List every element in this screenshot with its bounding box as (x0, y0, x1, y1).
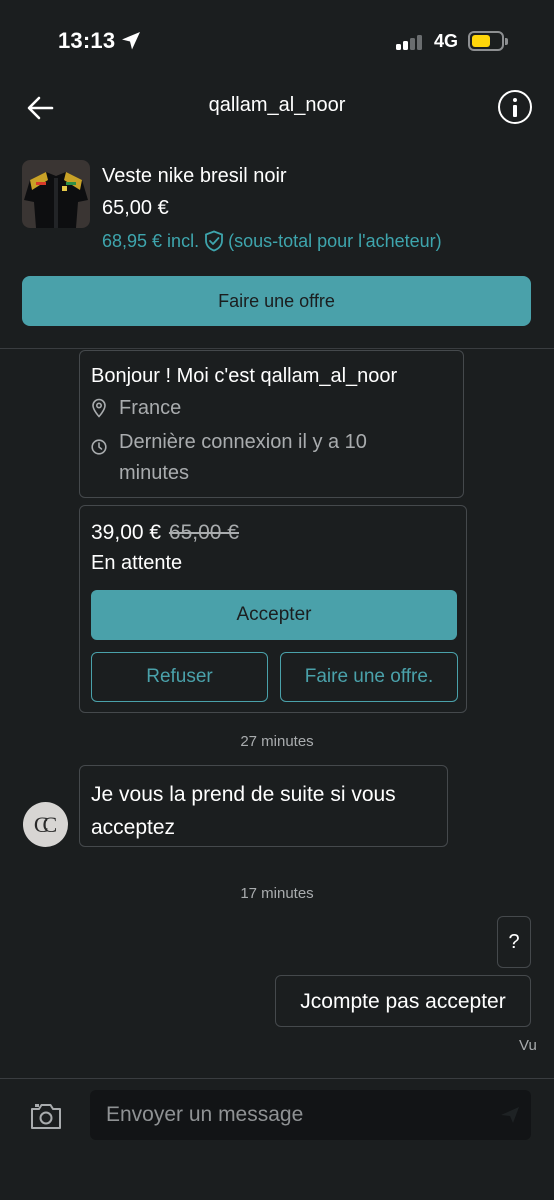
accept-button[interactable]: Accepter (91, 590, 457, 640)
avatar[interactable]: CC (23, 802, 68, 847)
last-seen-text-2: minutes (119, 462, 190, 484)
divider (0, 348, 554, 349)
seller-intro-card: Bonjour ! Moi c'est qallam_al_noor Franc… (79, 350, 464, 498)
send-icon[interactable] (500, 1106, 520, 1124)
item-title[interactable]: Veste nike bresil noir (102, 165, 287, 188)
received-line-1: Je vous la prend de suite si vous (91, 783, 396, 806)
received-message: Je vous la prend de suite si vous accept… (79, 765, 448, 847)
offer-old-price: 65,00 € (168, 521, 239, 544)
battery-icon (468, 31, 508, 51)
incl-note: (sous-total pour l'acheteur) (228, 230, 442, 251)
location-text: France (119, 397, 182, 419)
intro-title: Bonjour ! Moi c'est qallam_al_noor (91, 365, 398, 387)
refuse-button[interactable]: Refuser (91, 652, 268, 702)
chat-title: qallam_al_noor (208, 94, 346, 116)
incl-price: 68,95 € incl. (102, 230, 200, 251)
offer-status: En attente (91, 552, 183, 574)
last-seen-row: Dernière connexion il y a 10 minutes (91, 427, 367, 489)
cellular-signal-icon (396, 34, 426, 50)
network-label: 4G (434, 31, 459, 51)
status-bar: 13:13 4G (0, 0, 554, 84)
camera-icon[interactable] (29, 1100, 63, 1132)
status-time: 13:13 (58, 28, 116, 53)
make-offer-button[interactable]: Faire une offre (22, 276, 531, 326)
buyer-total-price[interactable]: 68,95 € incl. (sous-total pour l'acheteu… (102, 230, 442, 252)
chat-header: qallam_al_noor (0, 84, 554, 130)
message-timestamp: 27 minutes (240, 733, 314, 750)
location-arrow-icon (122, 32, 140, 50)
sent-message: ? (497, 916, 531, 968)
location-pin-icon (92, 398, 106, 418)
message-input[interactable] (90, 1090, 531, 1140)
counter-offer-button[interactable]: Faire une offre. (280, 652, 458, 702)
sent-message-2: Jcompte pas accepter (275, 975, 531, 1027)
received-message-text: Je vous la prend de suite si vous accept… (91, 778, 396, 844)
sent-message-text-2: Jcompte pas accepter (300, 990, 506, 1013)
item-price: 65,00 € (102, 197, 169, 219)
location-row: France (91, 393, 181, 424)
sent-message-text: ? (508, 931, 520, 953)
message-timestamp-2: 17 minutes (240, 885, 314, 902)
info-circle-icon[interactable] (498, 90, 532, 124)
shield-check-icon (205, 230, 223, 252)
offer-new-price: 39,00 € (91, 521, 162, 544)
seen-indicator: Vu (519, 1037, 537, 1054)
composer-divider (0, 1078, 554, 1079)
last-seen-text: Dernière connexion il y a 10 (119, 431, 367, 453)
received-line-2: acceptez (91, 816, 176, 839)
clock-icon (91, 439, 107, 455)
offer-price: 39,00 € 65,00 € (91, 521, 239, 545)
offer-card: 39,00 € 65,00 € En attente Accepter Refu… (79, 505, 467, 713)
item-thumbnail[interactable] (22, 160, 90, 228)
